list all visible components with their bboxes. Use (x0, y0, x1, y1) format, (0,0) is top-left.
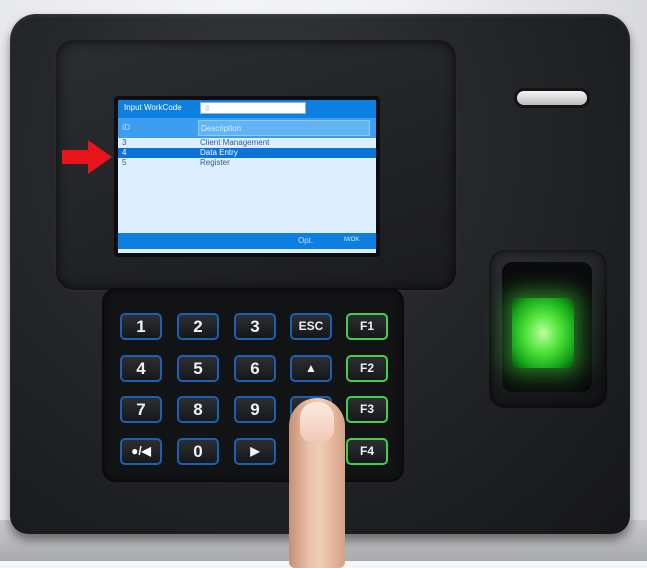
up-arrow-icon[interactable]: ▲ (290, 355, 332, 382)
workcode-label: Input WorkCode (124, 103, 182, 112)
ok-label: M/OK (344, 237, 360, 243)
key-f1[interactable]: F1 (346, 313, 388, 340)
list-item-selected[interactable]: 4 Data Entry (118, 148, 376, 158)
key-f4[interactable]: F4 (346, 438, 388, 465)
workcode-input[interactable]: 4 (200, 102, 306, 114)
key-3[interactable]: 3 (234, 313, 276, 340)
header-id: ID (122, 123, 130, 132)
key-1[interactable]: 1 (120, 313, 162, 340)
key-8[interactable]: 8 (177, 396, 219, 423)
fingerprint-scanner[interactable] (512, 298, 574, 368)
screen-footer: Opt. M/OK (118, 233, 376, 249)
fingernail (300, 402, 334, 442)
item-id: 5 (122, 158, 127, 167)
header-description: Description (198, 120, 370, 136)
lcd-screen: Input WorkCode 4 ID Description 3 Client… (114, 96, 380, 257)
key-5[interactable]: 5 (177, 355, 219, 382)
item-description: Client Management (200, 138, 270, 147)
key-4[interactable]: 4 (120, 355, 162, 382)
item-id: 4 (122, 148, 127, 157)
item-id: 3 (122, 138, 127, 147)
key-0[interactable]: 0 (177, 438, 219, 465)
key-7[interactable]: 7 (120, 396, 162, 423)
list-item[interactable]: 5 Register (118, 158, 376, 168)
list-header: ID Description (118, 118, 376, 138)
list-item[interactable]: 3 Client Management (118, 138, 376, 148)
status-light (517, 91, 587, 105)
key-f2[interactable]: F2 (346, 355, 388, 382)
item-description: Register (200, 158, 230, 167)
key-6[interactable]: 6 (234, 355, 276, 382)
options-label: Opt. (298, 236, 314, 245)
key-9[interactable]: 9 (234, 396, 276, 423)
key-2[interactable]: 2 (177, 313, 219, 340)
workcode-bar: Input WorkCode 4 (118, 100, 376, 118)
back-arrow-icon[interactable]: ●/◀ (120, 438, 162, 465)
key-f3[interactable]: F3 (346, 396, 388, 423)
red-arrow-icon (62, 140, 112, 174)
item-description: Data Entry (200, 148, 238, 157)
key-esc[interactable]: ESC (290, 313, 332, 340)
right-arrow-icon[interactable]: ▶ (234, 438, 276, 465)
